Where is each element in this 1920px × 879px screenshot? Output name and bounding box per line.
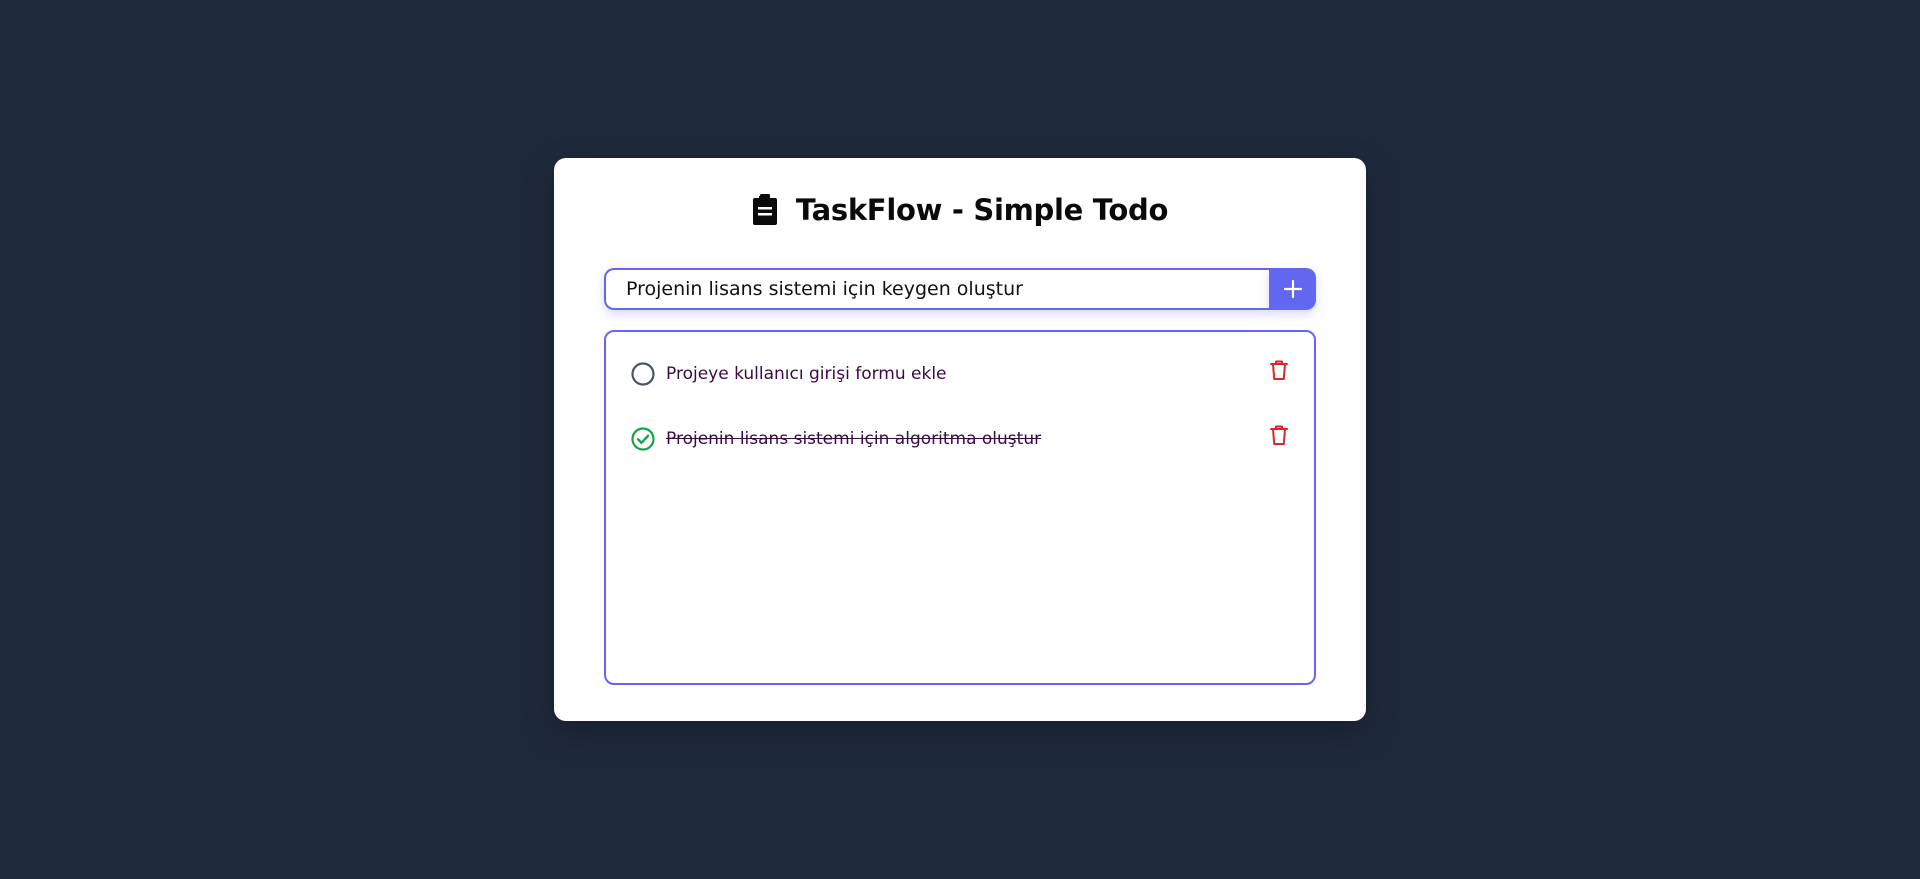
list-item: Projenin lisans sistemi için algoritma o… [630, 424, 1290, 454]
delete-button[interactable] [1268, 423, 1290, 447]
circle-icon [630, 361, 656, 387]
delete-button[interactable] [1268, 358, 1290, 382]
check-circle-icon [630, 426, 656, 452]
complete-toggle[interactable] [630, 361, 656, 387]
todo-list: Projeye kullanıcı girişi formu ekle Proj… [604, 330, 1316, 685]
add-task-button[interactable] [1269, 268, 1316, 310]
trash-icon [1270, 424, 1288, 446]
plus-icon [1283, 279, 1303, 299]
app-header: TaskFlow - Simple Todo [554, 188, 1366, 232]
complete-toggle[interactable] [630, 426, 656, 452]
task-input[interactable] [604, 268, 1269, 310]
todo-text: Projenin lisans sistemi için algoritma o… [666, 429, 1042, 449]
todo-text: Projeye kullanıcı girişi formu ekle [666, 364, 947, 384]
page-title: TaskFlow - Simple Todo [795, 193, 1169, 227]
trash-icon [1270, 359, 1288, 381]
list-item: Projeye kullanıcı girişi formu ekle [630, 359, 1290, 389]
todo-card: TaskFlow - Simple Todo Projeye kullanıc [554, 158, 1366, 721]
clipboard-icon [752, 194, 778, 226]
add-task-form [604, 268, 1316, 310]
